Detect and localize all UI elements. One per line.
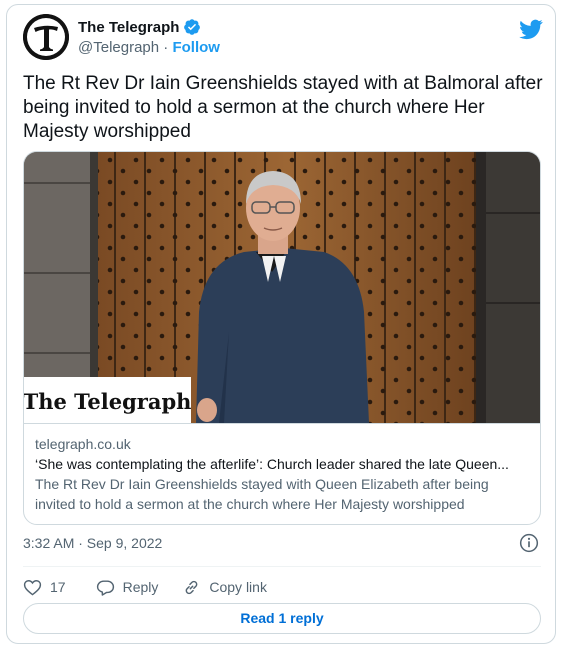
heart-icon xyxy=(23,579,42,596)
copy-link-label: Copy link xyxy=(209,579,267,595)
handle-separator: · xyxy=(159,39,173,56)
tweet-embed-card: The Telegraph @Telegraph · Follow The Rt… xyxy=(6,4,556,644)
author-name-text: The Telegraph xyxy=(78,18,180,36)
divider xyxy=(23,566,541,567)
read-replies-button[interactable]: Read 1 reply xyxy=(23,603,541,634)
tweet-timestamp[interactable]: 3:32 AM · Sep 9, 2022 xyxy=(23,535,162,551)
author-handle[interactable]: @Telegraph xyxy=(78,39,159,56)
like-count: 17 xyxy=(50,579,66,595)
follow-link[interactable]: Follow xyxy=(172,39,220,56)
preview-description: The Rt Rev Dr Iain Greenshields stayed w… xyxy=(35,476,489,512)
preview-domain: telegraph.co.uk xyxy=(35,436,131,452)
reply-button[interactable]: Reply xyxy=(96,578,159,597)
telegraph-avatar[interactable] xyxy=(23,14,69,60)
telegraph-logo-icon xyxy=(23,14,69,60)
author-name[interactable]: The Telegraph xyxy=(78,18,201,36)
preview-title: ‘She was contemplating the afterlife’: C… xyxy=(35,456,509,472)
like-button[interactable]: 17 xyxy=(23,578,72,597)
preview-image: The Telegraph xyxy=(24,152,540,423)
copy-link-button[interactable]: Copy link xyxy=(182,578,267,597)
reply-label: Reply xyxy=(122,579,159,595)
reply-bubble-icon xyxy=(96,579,114,596)
info-icon[interactable] xyxy=(519,533,539,553)
link-preview-card[interactable]: The Telegraph telegraph.co.uk ‘She was c… xyxy=(23,151,541,525)
preview-meta: telegraph.co.uk ‘She was contemplating t… xyxy=(24,423,540,524)
link-icon xyxy=(186,580,198,594)
tweet-text: The Rt Rev Dr Iain Greenshields stayed w… xyxy=(23,73,543,142)
action-bar: 17 Reply Copy link xyxy=(23,573,291,601)
twitter-bird-icon[interactable] xyxy=(519,17,543,41)
verified-badge-icon xyxy=(184,19,201,35)
telegraph-logo-text: The Telegraph xyxy=(24,389,191,414)
handle-line: @Telegraph · Follow xyxy=(78,39,220,56)
